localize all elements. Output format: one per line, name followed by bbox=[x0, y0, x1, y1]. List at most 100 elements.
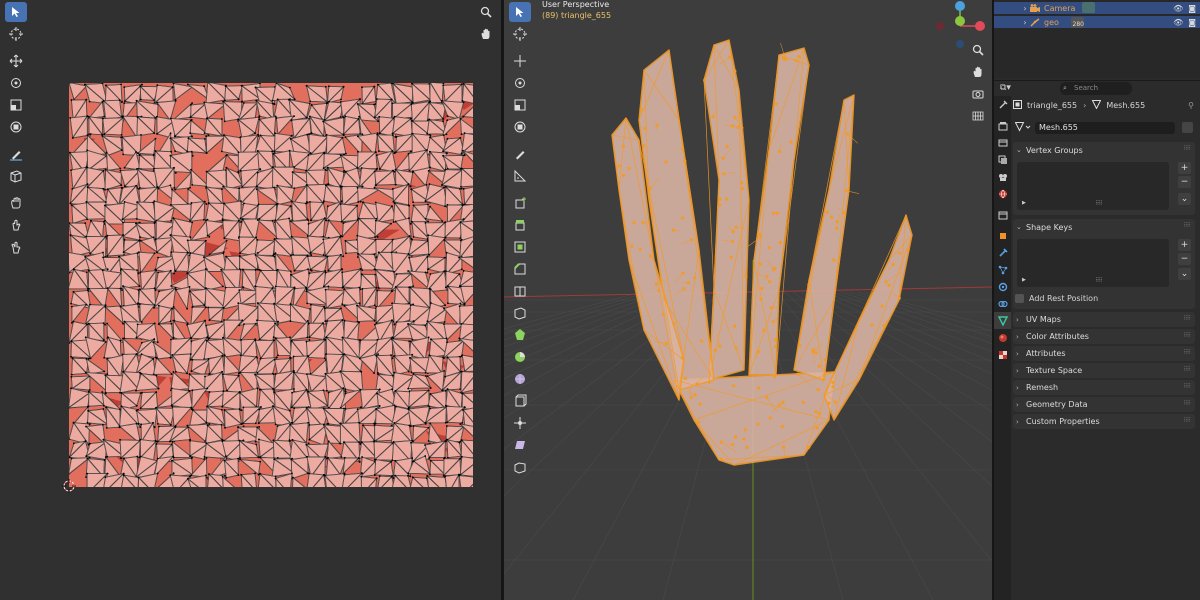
vertex-groups-list[interactable]: ▶ ⠿⠿ bbox=[1017, 162, 1169, 210]
uv-cube-tool-icon[interactable] bbox=[5, 166, 27, 186]
particles-tab-icon[interactable] bbox=[994, 261, 1011, 278]
3d-viewport[interactable]: User Perspective (89) triangle_655 bbox=[504, 0, 992, 600]
physics-tab-icon[interactable] bbox=[994, 278, 1011, 295]
render-tab-icon[interactable] bbox=[994, 117, 1011, 134]
list-expand-icon[interactable]: ▶ bbox=[1022, 277, 1026, 283]
move-tool-icon[interactable] bbox=[509, 51, 531, 71]
zoom-icon[interactable] bbox=[968, 40, 988, 60]
editor-type-icon[interactable]: ⧉▾ bbox=[1000, 83, 1011, 93]
transform-tool-icon[interactable] bbox=[509, 117, 531, 137]
knife-tool-icon[interactable] bbox=[509, 303, 531, 323]
collection-tab-icon[interactable] bbox=[994, 206, 1011, 223]
zoom-icon[interactable] bbox=[476, 2, 496, 22]
drag-handle-icon[interactable]: ⠿⠿ bbox=[1183, 222, 1191, 229]
camera-view-icon[interactable] bbox=[968, 84, 988, 104]
render-camera-icon[interactable]: ◙ bbox=[1188, 4, 1196, 13]
shrink-fatten-tool-icon[interactable] bbox=[509, 413, 531, 433]
relax-tool-icon[interactable] bbox=[5, 215, 27, 235]
shape-keys-list[interactable]: ▶ ⠿⠿ bbox=[1017, 239, 1169, 287]
add-rest-position-row[interactable]: Add Rest Position bbox=[1015, 292, 1098, 304]
annotate-tool-icon[interactable] bbox=[509, 144, 531, 164]
edge-slide-tool-icon[interactable] bbox=[509, 391, 531, 411]
transform-tool-icon[interactable] bbox=[5, 117, 27, 137]
extrude-tool-icon[interactable] bbox=[509, 215, 531, 235]
uv-editor[interactable] bbox=[0, 0, 501, 600]
tool-tab-icon[interactable] bbox=[994, 96, 1011, 113]
render-camera-icon[interactable]: ◙ bbox=[1188, 18, 1196, 27]
uv-maps-panel[interactable]: › UV Maps ⠿⠿ bbox=[1013, 312, 1195, 327]
drag-handle-icon[interactable]: ⠿⠿ bbox=[1183, 383, 1191, 390]
outliner-row-geo[interactable]: › geo 280 👁 ◙ bbox=[994, 16, 1200, 28]
add-cube-tool-icon[interactable] bbox=[509, 193, 531, 213]
rotate-tool-icon[interactable] bbox=[5, 73, 27, 93]
vertex-group-menu-button[interactable]: ⌄ bbox=[1178, 193, 1191, 205]
move-tool-icon[interactable] bbox=[5, 51, 27, 71]
modifiers-tab-icon[interactable] bbox=[994, 244, 1011, 261]
camera-data-icon[interactable] bbox=[1082, 2, 1095, 13]
hand-pan-icon[interactable] bbox=[476, 24, 496, 44]
color-attributes-panel[interactable]: › Color Attributes ⠿⠿ bbox=[1013, 329, 1195, 344]
fake-user-shield-icon[interactable] bbox=[1182, 122, 1193, 133]
drag-handle-icon[interactable]: ⠿⠿ bbox=[1183, 417, 1191, 424]
drag-handle-icon[interactable]: ⠿⠿ bbox=[1183, 315, 1191, 322]
spin-tool-icon[interactable] bbox=[509, 347, 531, 367]
add-rest-position-checkbox[interactable] bbox=[1015, 293, 1024, 303]
mesh-browse-icon[interactable] bbox=[1014, 122, 1031, 134]
material-tab-icon[interactable] bbox=[994, 329, 1011, 346]
texture-space-panel[interactable]: › Texture Space ⠿⠿ bbox=[1013, 363, 1195, 378]
cursor-tool-icon[interactable] bbox=[509, 24, 531, 44]
object-tab-icon[interactable] bbox=[994, 227, 1011, 244]
expand-arrow-icon[interactable]: › bbox=[1020, 4, 1030, 13]
smooth-tool-icon[interactable] bbox=[509, 369, 531, 389]
viewport-canvas[interactable] bbox=[504, 0, 992, 600]
grab-tool-icon[interactable] bbox=[5, 193, 27, 213]
shear-tool-icon[interactable] bbox=[509, 435, 531, 455]
uv-map-canvas[interactable] bbox=[69, 83, 473, 487]
texture-tab-icon[interactable] bbox=[994, 346, 1011, 363]
hand-pan-icon[interactable] bbox=[968, 62, 988, 82]
poly-build-tool-icon[interactable] bbox=[509, 325, 531, 345]
2d-cursor-icon[interactable] bbox=[62, 479, 76, 493]
select-tool-icon[interactable] bbox=[509, 2, 531, 22]
mesh-data-tab-icon[interactable] bbox=[994, 312, 1011, 329]
properties-search-input[interactable]: ⌕ Search bbox=[1060, 82, 1132, 95]
scale-tool-icon[interactable] bbox=[509, 95, 531, 115]
grid-view-icon[interactable] bbox=[968, 106, 988, 126]
select-tool-icon[interactable] bbox=[5, 2, 27, 22]
shape-key-menu-button[interactable]: ⌄ bbox=[1178, 268, 1191, 280]
remove-shape-key-button[interactable]: − bbox=[1178, 253, 1191, 265]
list-expand-icon[interactable]: ▶ bbox=[1022, 200, 1026, 206]
pin-icon[interactable]: ⚲ bbox=[1188, 101, 1194, 110]
attributes-panel[interactable]: › Attributes ⠿⠿ bbox=[1013, 346, 1195, 361]
drag-handle-icon[interactable]: ⠿⠿ bbox=[1183, 349, 1191, 356]
modifier-count-badge[interactable]: 280 bbox=[1071, 17, 1084, 28]
scale-tool-icon[interactable] bbox=[5, 95, 27, 115]
vertex-groups-header[interactable]: ⌄ Vertex Groups ⠿⠿ bbox=[1013, 142, 1195, 158]
geometry-data-panel[interactable]: › Geometry Data ⠿⠿ bbox=[1013, 397, 1195, 412]
outliner[interactable]: › Camera 👁 ◙ › geo 280 👁 ◙ bbox=[994, 0, 1200, 78]
drag-handle-icon[interactable]: ⠿⠿ bbox=[1183, 366, 1191, 373]
loop-cut-tool-icon[interactable] bbox=[509, 281, 531, 301]
outliner-row-camera[interactable]: › Camera 👁 ◙ bbox=[994, 2, 1200, 14]
world-tab-icon[interactable] bbox=[994, 185, 1011, 202]
inset-tool-icon[interactable] bbox=[509, 237, 531, 257]
shape-keys-header[interactable]: ⌄ Shape Keys ⠿⠿ bbox=[1013, 219, 1195, 235]
cursor-tool-icon[interactable] bbox=[5, 24, 27, 44]
remove-vertex-group-button[interactable]: − bbox=[1178, 176, 1191, 188]
expand-arrow-icon[interactable]: › bbox=[1020, 18, 1030, 27]
list-resize-grip-icon[interactable]: ⠿⠿ bbox=[1095, 200, 1103, 207]
rip-region-tool-icon[interactable] bbox=[509, 457, 531, 477]
pinch-tool-icon[interactable] bbox=[5, 237, 27, 257]
visibility-eye-icon[interactable]: 👁 bbox=[1173, 4, 1183, 13]
drag-handle-icon[interactable]: ⠿⠿ bbox=[1183, 332, 1191, 339]
remesh-panel[interactable]: › Remesh ⠿⠿ bbox=[1013, 380, 1195, 395]
scene-tab-icon[interactable] bbox=[994, 168, 1011, 185]
list-resize-grip-icon[interactable]: ⠿⠿ bbox=[1095, 277, 1103, 284]
bevel-tool-icon[interactable] bbox=[509, 259, 531, 279]
add-shape-key-button[interactable]: + bbox=[1178, 239, 1191, 251]
drag-handle-icon[interactable]: ⠿⠿ bbox=[1183, 145, 1191, 152]
add-vertex-group-button[interactable]: + bbox=[1178, 162, 1191, 174]
annotate-tool-icon[interactable] bbox=[5, 144, 27, 164]
drag-handle-icon[interactable]: ⠿⠿ bbox=[1183, 400, 1191, 407]
constraints-tab-icon[interactable] bbox=[994, 295, 1011, 312]
